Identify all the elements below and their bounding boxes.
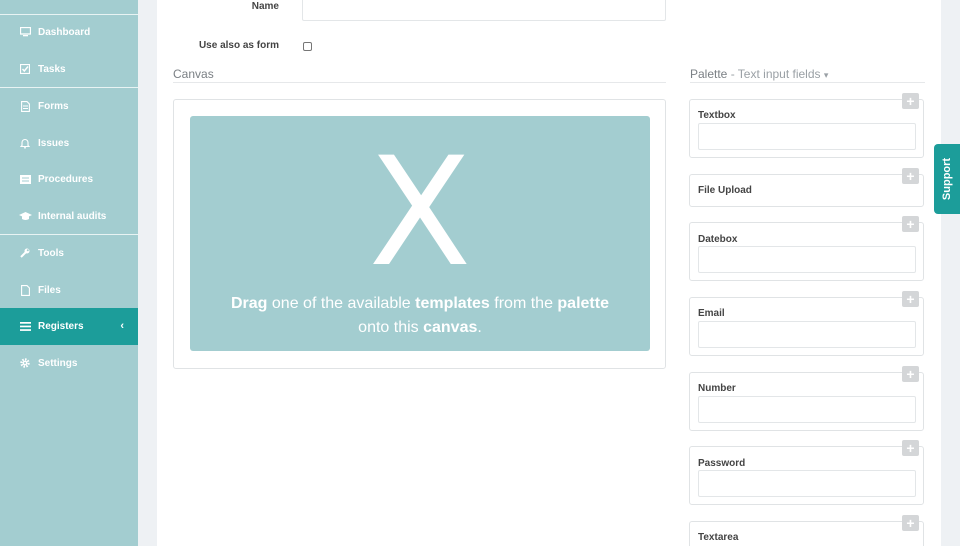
palette-item-preview-input: [698, 321, 916, 348]
sidebar-item-dashboard[interactable]: Dashboard: [0, 14, 138, 51]
palette-item-preview-input: [698, 470, 916, 497]
support-tab[interactable]: Support: [934, 144, 960, 214]
sidebar-item-internal-audits[interactable]: Internal audits: [0, 198, 138, 235]
canvas-text-bold: Drag: [231, 295, 268, 312]
plus-icon[interactable]: +: [902, 93, 919, 109]
palette-item-preview-input: [698, 246, 916, 273]
sidebar-item-registers[interactable]: Registers ‹: [0, 308, 138, 345]
sidebar: Dashboard Tasks Forms Issues Procedures …: [0, 0, 138, 546]
sidebar-item-label: Tasks: [38, 63, 66, 75]
palette-item-email[interactable]: Email +: [689, 291, 924, 356]
palette-item-textarea[interactable]: Textarea +: [689, 515, 924, 546]
palette-item-datebox[interactable]: Datebox +: [689, 216, 924, 281]
canvas-text-bold: canvas: [423, 319, 478, 336]
canvas-area[interactable]: X Drag one of the available templates fr…: [173, 99, 666, 369]
palette-item-textbox[interactable]: Textbox +: [689, 93, 924, 158]
caret-down-icon: ▾: [823, 70, 829, 80]
name-input[interactable]: [302, 0, 666, 21]
use-as-form-checkbox[interactable]: [303, 42, 312, 51]
palette-item-label: Textbox: [698, 110, 736, 121]
canvas-instructions: Drag one of the available templates from…: [190, 292, 650, 340]
palette-item-preview-input: [698, 396, 916, 423]
canvas-title: Canvas: [173, 67, 214, 81]
canvas-drop-zone[interactable]: X Drag one of the available templates fr…: [190, 116, 650, 351]
sidebar-item-settings[interactable]: Settings: [0, 345, 138, 382]
palette-item-password[interactable]: Password +: [689, 440, 924, 505]
canvas-text: from the: [489, 295, 558, 312]
plus-icon[interactable]: +: [902, 291, 919, 307]
plus-icon[interactable]: +: [902, 515, 919, 531]
palette-title-text: Palette: [690, 67, 728, 81]
canvas-text-bold: templates: [415, 295, 490, 312]
canvas-text-bold: palette: [557, 295, 609, 312]
name-label: Name: [251, 1, 279, 12]
gear-icon: [18, 357, 32, 369]
sidebar-item-label: Dashboard: [38, 26, 91, 38]
palette-subtitle: - Text input fields: [727, 67, 824, 81]
list-bars-icon: [18, 320, 32, 332]
sidebar-item-label: Issues: [38, 137, 70, 149]
palette-item-preview-input: [698, 123, 916, 150]
chevron-left-icon: ‹: [120, 320, 124, 333]
canvas-text: .: [477, 319, 482, 336]
canvas-text: onto this: [358, 319, 424, 336]
palette-title-rule: [690, 82, 925, 83]
support-label: Support: [941, 157, 954, 201]
palette-item-label: File Upload: [698, 185, 752, 196]
plus-icon[interactable]: +: [902, 366, 919, 382]
palette-item-number[interactable]: Number +: [689, 366, 924, 431]
plus-icon[interactable]: +: [902, 168, 919, 184]
wrench-icon: [18, 247, 32, 259]
palette-item-label: Datebox: [698, 234, 738, 245]
sidebar-item-files[interactable]: Files: [0, 272, 138, 309]
sidebar-item-forms[interactable]: Forms: [0, 88, 138, 125]
palette-item-label: Password: [698, 458, 746, 469]
sidebar-item-tasks[interactable]: Tasks: [0, 51, 138, 88]
sidebar-item-label: Registers: [38, 320, 84, 332]
graduation-cap-icon: [18, 210, 32, 222]
sidebar-item-label: Procedures: [38, 173, 94, 185]
list-icon: [18, 173, 32, 185]
palette-item-file-upload[interactable]: File Upload +: [689, 168, 924, 207]
sidebar-item-label: Tools: [38, 247, 64, 259]
plus-icon[interactable]: +: [902, 216, 919, 232]
document-icon: [18, 100, 32, 112]
sidebar-item-label: Internal audits: [38, 210, 107, 222]
sidebar-item-label: Settings: [38, 357, 78, 369]
sidebar-item-tools[interactable]: Tools: [0, 235, 138, 272]
file-icon: [18, 284, 32, 296]
sidebar-item-issues[interactable]: Issues: [0, 125, 138, 162]
sidebar-item-label: Files: [38, 284, 61, 296]
canvas-text: one of the available: [267, 295, 416, 312]
palette-item-label: Textarea: [698, 532, 739, 543]
bell-icon: [18, 137, 32, 149]
palette-item-label: Email: [698, 308, 725, 319]
palette-item-label: Number: [698, 383, 736, 394]
main-content: Name Use also as form Canvas X Drag one …: [157, 0, 941, 546]
close-x-icon: X: [368, 126, 472, 300]
checkbox-icon: [18, 63, 32, 75]
sidebar-item-label: Forms: [38, 100, 69, 112]
canvas-title-rule: [173, 82, 666, 83]
sidebar-item-procedures[interactable]: Procedures: [0, 161, 138, 198]
palette-title[interactable]: Palette - Text input fields ▾: [690, 67, 828, 81]
use-as-form-label: Use also as form: [198, 40, 279, 51]
plus-icon[interactable]: +: [902, 440, 919, 456]
monitor-icon: [18, 26, 32, 38]
